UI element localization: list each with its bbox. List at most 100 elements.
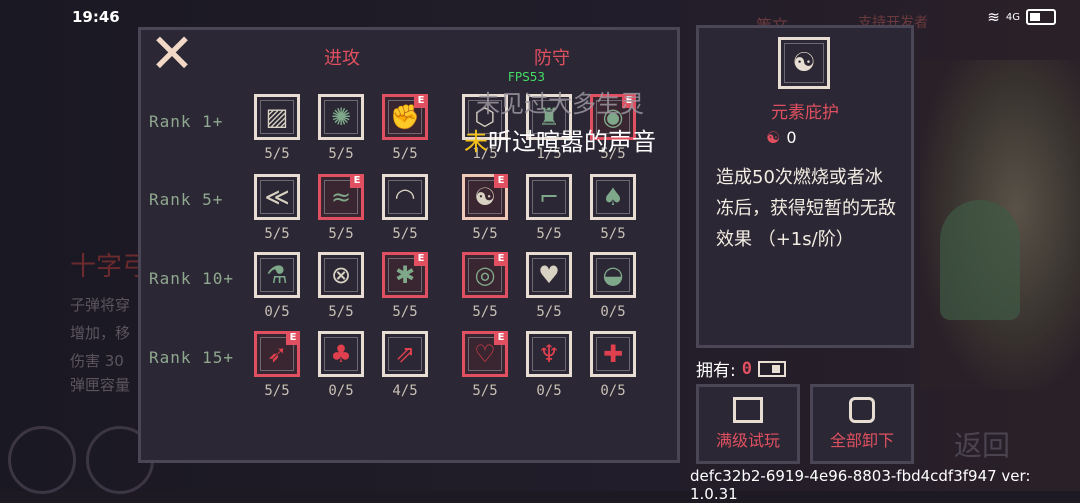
skill-level-count: 5/5: [536, 226, 562, 242]
skill-level-count: 5/5: [328, 304, 354, 320]
skill-slot[interactable]: ♣: [318, 331, 364, 377]
skill-cost: ☯ 0: [766, 128, 797, 147]
skill-detail-title: 元素庇护: [771, 103, 839, 123]
skill-level-count: 5/5: [472, 226, 498, 242]
back-button[interactable]: 返回: [954, 424, 1010, 464]
skill-slot[interactable]: ◒: [590, 252, 636, 298]
overlay-text-line-1: 未见过大多生灵: [476, 90, 644, 118]
skill-slot[interactable]: ➶ E: [254, 331, 300, 377]
skill-slot[interactable]: ⌐: [526, 174, 572, 220]
skill-slot[interactable]: ◠: [382, 174, 428, 220]
status-icons: ≋ 4G: [987, 8, 1056, 26]
rank-label-15: Rank 15+: [149, 348, 235, 367]
skill-level-count: 5/5: [392, 146, 418, 162]
skill-slot[interactable]: ✱ E: [382, 252, 428, 298]
skill-slot[interactable]: ♥: [526, 252, 572, 298]
build-info: defc32b2-6919-4e96-8803-fbd4cdf3f947 ver…: [690, 467, 1031, 503]
skill-description: 造成50次燃烧或者冰冻后，获得短暂的无敌效果 （+1s/阶）: [716, 167, 896, 250]
close-icon[interactable]: ✕: [148, 27, 196, 81]
skill-level-count: 5/5: [472, 383, 498, 399]
skill-icon: ⌐: [538, 183, 560, 211]
equipped-badge: E: [494, 174, 508, 188]
max-level-trial-button[interactable]: 满级试玩: [696, 384, 800, 464]
owned-label: 拥有:: [696, 361, 736, 381]
skill-slot[interactable]: ⊗: [318, 252, 364, 298]
unequip-icon: [849, 397, 875, 423]
skill-slot[interactable]: ≪: [254, 174, 300, 220]
character-art-cloak: [940, 200, 1020, 320]
overlay-text-rest: 听过喧嚣的声音: [488, 128, 656, 156]
bg-weapon-line-2: 增加，移: [70, 324, 131, 342]
skill-icon: ♆: [538, 340, 560, 368]
rank-label-5: Rank 5+: [149, 190, 224, 209]
overlay-text-line-2: 未听过喧嚣的声音: [464, 122, 656, 157]
skill-icon: ✺: [330, 103, 352, 131]
skill-slot[interactable]: ♆: [526, 331, 572, 377]
skill-level-count: 5/5: [392, 226, 418, 242]
bg-weapon-line-3: 伤害 30: [70, 352, 124, 370]
skill-level-count: 5/5: [472, 304, 498, 320]
skill-slot[interactable]: ✺: [318, 94, 364, 140]
ticket-icon: [757, 360, 786, 377]
skill-level-count: 0/5: [600, 383, 626, 399]
skill-slot[interactable]: ▨: [254, 94, 300, 140]
equipped-badge: E: [286, 331, 300, 345]
bg-weapon-line-4: 弹匣容量: [70, 376, 131, 394]
skill-icon: ⚗: [266, 261, 288, 289]
skill-slot[interactable]: ⇗: [382, 331, 428, 377]
column-defense: 防守: [534, 48, 570, 69]
bg-weapon-line-1: 子弹将穿: [70, 296, 131, 314]
equipped-badge: E: [350, 174, 364, 188]
skill-icon: ✚: [602, 340, 624, 368]
skill-cost-value: 0: [786, 128, 797, 147]
elemental-shield-icon: ☯: [778, 37, 830, 89]
rank-label-1: Rank 1+: [149, 112, 224, 131]
skill-icon: ⇗: [394, 340, 416, 368]
skill-icon: ◒: [602, 261, 624, 289]
skill-level-count: 0/5: [328, 383, 354, 399]
skill-slot[interactable]: ⚗: [254, 252, 300, 298]
column-attack: 进攻: [324, 48, 360, 69]
fps-counter: FPS53: [508, 70, 546, 84]
skill-slot[interactable]: ≈ E: [318, 174, 364, 220]
skill-icon: ◠: [394, 183, 416, 211]
skill-level-count: 5/5: [600, 226, 626, 242]
max-level-trial-label: 满级试玩: [715, 431, 780, 450]
skill-slot[interactable]: ✚: [590, 331, 636, 377]
bg-weapon-title: 十字弓: [70, 252, 149, 282]
rank-label-10: Rank 10+: [149, 269, 235, 288]
skill-level-count: 0/5: [536, 383, 562, 399]
skill-slot[interactable]: ♡ E: [462, 331, 508, 377]
owned-tickets: 拥有: 0: [696, 356, 786, 381]
skill-level-count: 5/5: [264, 226, 290, 242]
network-type: 4G: [1005, 11, 1020, 23]
overlay-text-highlight: 未: [464, 128, 488, 156]
skill-level-count: 4/5: [392, 383, 418, 399]
unequip-all-button[interactable]: 全部卸下: [810, 384, 914, 464]
skill-level-count: 0/5: [264, 304, 290, 320]
skill-level-count: 5/5: [264, 146, 290, 162]
skill-icon: ▨: [265, 103, 289, 131]
weapon-slot[interactable]: [8, 426, 76, 494]
equipped-badge: E: [494, 331, 508, 345]
wifi-icon: ≋: [987, 8, 1000, 26]
skill-level-count: 5/5: [328, 146, 354, 162]
skill-slot[interactable]: ☯ E: [462, 174, 508, 220]
status-time: 19:46: [72, 8, 120, 26]
skill-level-count: 0/5: [600, 304, 626, 320]
skill-level-count: 5/5: [328, 226, 354, 242]
skill-slot[interactable]: ✊ E: [382, 94, 428, 140]
skill-level-count: 5/5: [536, 304, 562, 320]
ticket-icon: [733, 397, 763, 423]
battery-icon: [1026, 9, 1056, 25]
skill-level-count: 5/5: [264, 383, 290, 399]
owned-value: 0: [741, 358, 752, 379]
skill-icon: ≪: [264, 183, 290, 211]
skill-icon: ⊗: [330, 261, 352, 289]
skill-slot[interactable]: ◎ E: [462, 252, 508, 298]
skill-slot[interactable]: ♠: [590, 174, 636, 220]
unequip-all-label: 全部卸下: [829, 431, 894, 450]
skill-level-count: 5/5: [392, 304, 418, 320]
equipped-badge: E: [494, 252, 508, 266]
skill-icon: ♠: [602, 183, 624, 211]
